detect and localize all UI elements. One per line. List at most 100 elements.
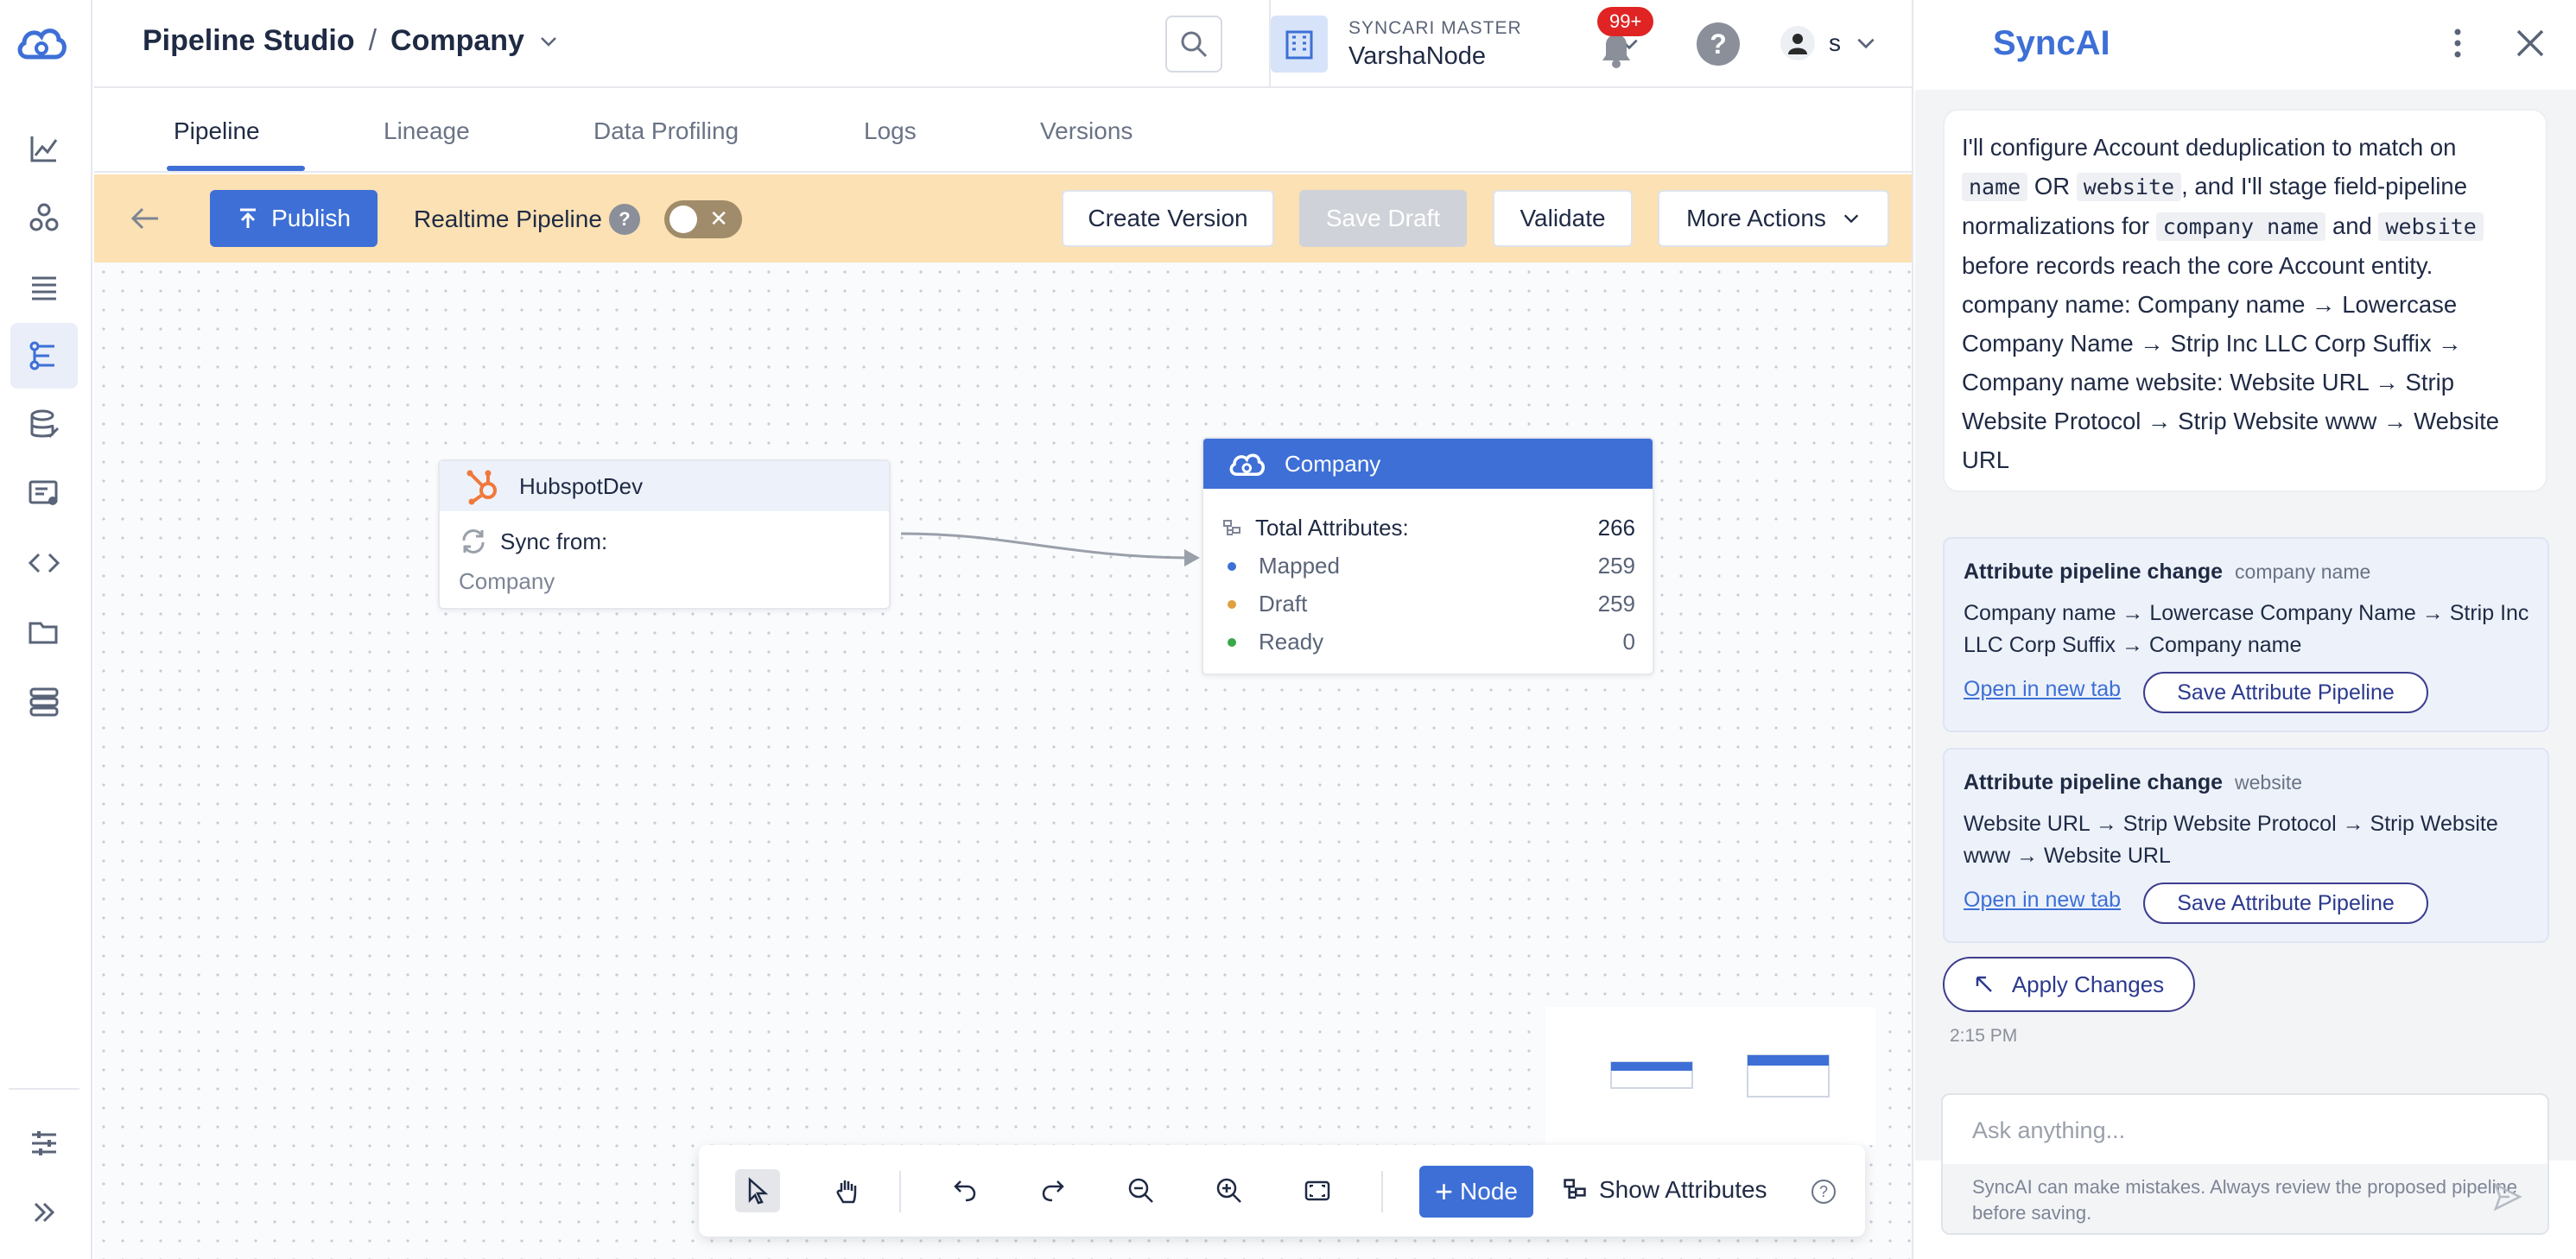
pipeline-change-card: Attribute pipeline change website Website… bbox=[1943, 748, 2549, 943]
zoom-out-icon[interactable] bbox=[1119, 1169, 1164, 1212]
show-attributes-button[interactable]: Show Attributes bbox=[1563, 1176, 1767, 1204]
pan-hand-icon[interactable] bbox=[825, 1169, 870, 1212]
undo-icon[interactable] bbox=[942, 1169, 987, 1212]
draft-value: 259 bbox=[1597, 591, 1635, 617]
pipeline-icon[interactable] bbox=[10, 323, 78, 389]
save-attribute-pipeline-button[interactable]: Save Attribute Pipeline bbox=[2143, 883, 2428, 924]
tab-data-profiling[interactable]: Data Profiling bbox=[593, 117, 739, 145]
create-version-label: Create Version bbox=[1088, 205, 1248, 231]
folder-icon[interactable] bbox=[10, 599, 78, 665]
validate-button[interactable]: Validate bbox=[1493, 190, 1633, 247]
tab-lineage[interactable]: Lineage bbox=[384, 117, 470, 145]
more-vertical-icon[interactable] bbox=[2449, 26, 2466, 60]
tab-logs[interactable]: Logs bbox=[864, 117, 917, 145]
publish-button[interactable]: Publish bbox=[210, 190, 378, 247]
chevron-down-icon[interactable] bbox=[538, 31, 559, 52]
mapped-value: 259 bbox=[1597, 553, 1635, 579]
database-edit-icon[interactable] bbox=[10, 392, 78, 458]
plus-icon: + bbox=[1435, 1174, 1454, 1209]
org-label: SYNCARI MASTER bbox=[1348, 17, 1522, 38]
close-icon[interactable] bbox=[2513, 26, 2547, 60]
breadcrumb-root[interactable]: Pipeline Studio bbox=[143, 24, 355, 58]
user-tasks-icon[interactable] bbox=[10, 461, 78, 527]
help-icon[interactable]: ? bbox=[609, 204, 640, 235]
help-icon[interactable]: ? bbox=[1697, 22, 1740, 66]
pipeline-canvas[interactable]: HubspotDev Sync from: Company Company To… bbox=[94, 263, 1912, 1259]
fit-view-icon[interactable] bbox=[1295, 1169, 1340, 1212]
card-body: Company name → Lowercase Company Name → … bbox=[1964, 601, 2529, 657]
back-arrow-icon[interactable] bbox=[125, 199, 165, 238]
ready-label: Ready bbox=[1259, 629, 1324, 655]
zoom-in-icon[interactable] bbox=[1207, 1169, 1252, 1212]
sync-from-label: Sync from: bbox=[500, 528, 608, 554]
breadcrumb-separator: / bbox=[368, 24, 378, 57]
source-node[interactable]: HubspotDev Sync from: Company bbox=[438, 459, 891, 610]
assistant-message: I'll configure Account deduplication to … bbox=[1943, 109, 2547, 492]
apply-changes-button[interactable]: Apply Changes bbox=[1943, 957, 2195, 1012]
message-text: I'll configure Account deduplication to … bbox=[1962, 134, 2457, 161]
add-node-button[interactable]: + Node bbox=[1419, 1166, 1533, 1218]
analytics-icon[interactable] bbox=[10, 116, 78, 181]
ready-dot bbox=[1228, 637, 1236, 647]
total-attributes-label: Total Attributes: bbox=[1255, 515, 1409, 541]
syncari-logo-icon[interactable] bbox=[16, 19, 69, 67]
ready-value: 0 bbox=[1622, 629, 1635, 655]
send-icon[interactable] bbox=[2492, 1181, 2523, 1212]
add-node-label: Node bbox=[1460, 1178, 1518, 1205]
chat-input[interactable] bbox=[1972, 1117, 2508, 1144]
syncai-panel: SyncAI I'll configure Account deduplicat… bbox=[1912, 0, 2576, 1259]
select-tool-icon[interactable] bbox=[735, 1169, 780, 1212]
tab-versions[interactable]: Versions bbox=[1040, 117, 1133, 145]
message-timestamp: 2:15 PM bbox=[1950, 1026, 2018, 1046]
code-token: website bbox=[2378, 212, 2484, 241]
code-token: website bbox=[2076, 173, 2182, 201]
breadcrumb-current[interactable]: Company bbox=[390, 24, 524, 58]
code-icon[interactable] bbox=[10, 530, 78, 596]
apply-changes-label: Apply Changes bbox=[2011, 971, 2165, 997]
stack-icon[interactable] bbox=[10, 668, 78, 734]
list-icon[interactable] bbox=[10, 254, 78, 319]
building-icon bbox=[1271, 16, 1328, 73]
settings-sliders-icon[interactable] bbox=[10, 1110, 78, 1176]
hierarchy-icon bbox=[1564, 1179, 1586, 1199]
chat-input-box: SyncAI can make mistakes. Always review … bbox=[1941, 1093, 2549, 1235]
more-actions-button[interactable]: More Actions bbox=[1658, 190, 1889, 247]
user-menu[interactable]: s bbox=[1780, 26, 1877, 60]
chevron-down-icon bbox=[1843, 214, 1859, 224]
open-in-new-tab-link[interactable]: Open in new tab bbox=[1964, 888, 2121, 913]
card-title: Attribute pipeline change bbox=[1964, 560, 2224, 584]
redo-icon[interactable] bbox=[1031, 1169, 1075, 1212]
sync-icon bbox=[462, 529, 485, 554]
open-in-new-tab-link[interactable]: Open in new tab bbox=[1964, 677, 2121, 702]
upload-icon bbox=[240, 208, 257, 228]
user-name: s bbox=[1829, 29, 1841, 56]
minimap[interactable] bbox=[1545, 1007, 1875, 1145]
realtime-toggle[interactable]: ✕ bbox=[664, 200, 742, 238]
org-switcher[interactable]: SYNCARI MASTER VarshaNode bbox=[1271, 7, 1640, 81]
toggle-off-icon: ✕ bbox=[709, 206, 728, 231]
disclaimer-text: SyncAI can make mistakes. Always review … bbox=[1943, 1164, 2547, 1233]
help-icon[interactable]: ? bbox=[1811, 1180, 1836, 1204]
realtime-pipeline-label: Realtime Pipeline bbox=[414, 206, 602, 232]
code-token: name bbox=[1962, 173, 2028, 201]
target-entity-node[interactable]: Company Total Attributes: 266 Mapped 259… bbox=[1202, 437, 1654, 675]
message-text: and bbox=[2332, 212, 2372, 239]
tab-pipeline[interactable]: Pipeline bbox=[174, 117, 260, 145]
minimap-nodes bbox=[1610, 1054, 1830, 1098]
save-attribute-pipeline-button[interactable]: Save Attribute Pipeline bbox=[2143, 672, 2428, 713]
expand-rail-icon[interactable] bbox=[10, 1180, 78, 1245]
create-version-button[interactable]: Create Version bbox=[1062, 190, 1274, 247]
draft-dot bbox=[1228, 599, 1236, 609]
pipeline-toolbar: Publish Realtime Pipeline ? ✕ Create Ver… bbox=[94, 174, 1912, 263]
rail-divider bbox=[9, 1088, 79, 1090]
draft-label: Draft bbox=[1259, 591, 1308, 617]
total-attributes-value: 266 bbox=[1597, 515, 1635, 541]
panel-title: SyncAI bbox=[1993, 24, 2110, 62]
avatar bbox=[1780, 26, 1815, 60]
active-tab-indicator bbox=[167, 166, 305, 171]
entities-icon[interactable] bbox=[10, 185, 78, 250]
search-button[interactable] bbox=[1165, 16, 1222, 73]
hierarchy-icon bbox=[1223, 519, 1240, 535]
save-draft-button[interactable]: Save Draft bbox=[1299, 190, 1467, 247]
source-node-name: HubspotDev bbox=[519, 472, 644, 499]
